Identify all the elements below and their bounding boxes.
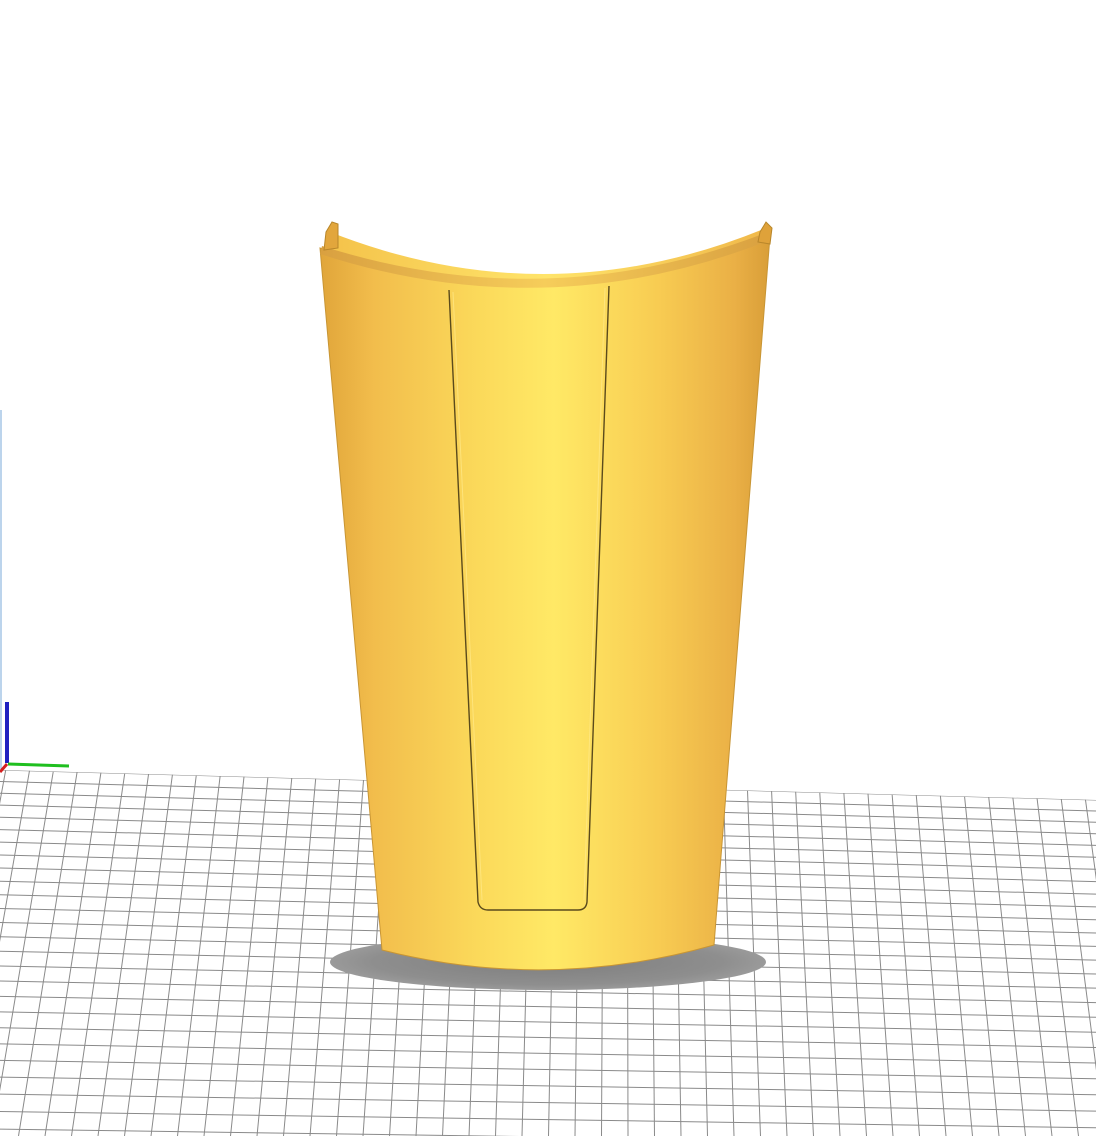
3d-model-bracer[interactable] bbox=[319, 221, 773, 971]
model-left-lip bbox=[323, 221, 339, 251]
axis-indicator bbox=[0, 410, 70, 773]
3d-viewport[interactable] bbox=[0, 0, 1096, 1136]
model-outer-surface[interactable] bbox=[319, 235, 771, 971]
y-axis-icon bbox=[7, 762, 70, 768]
model-right-lip bbox=[757, 221, 773, 245]
scene-canvas[interactable] bbox=[0, 0, 1096, 1136]
